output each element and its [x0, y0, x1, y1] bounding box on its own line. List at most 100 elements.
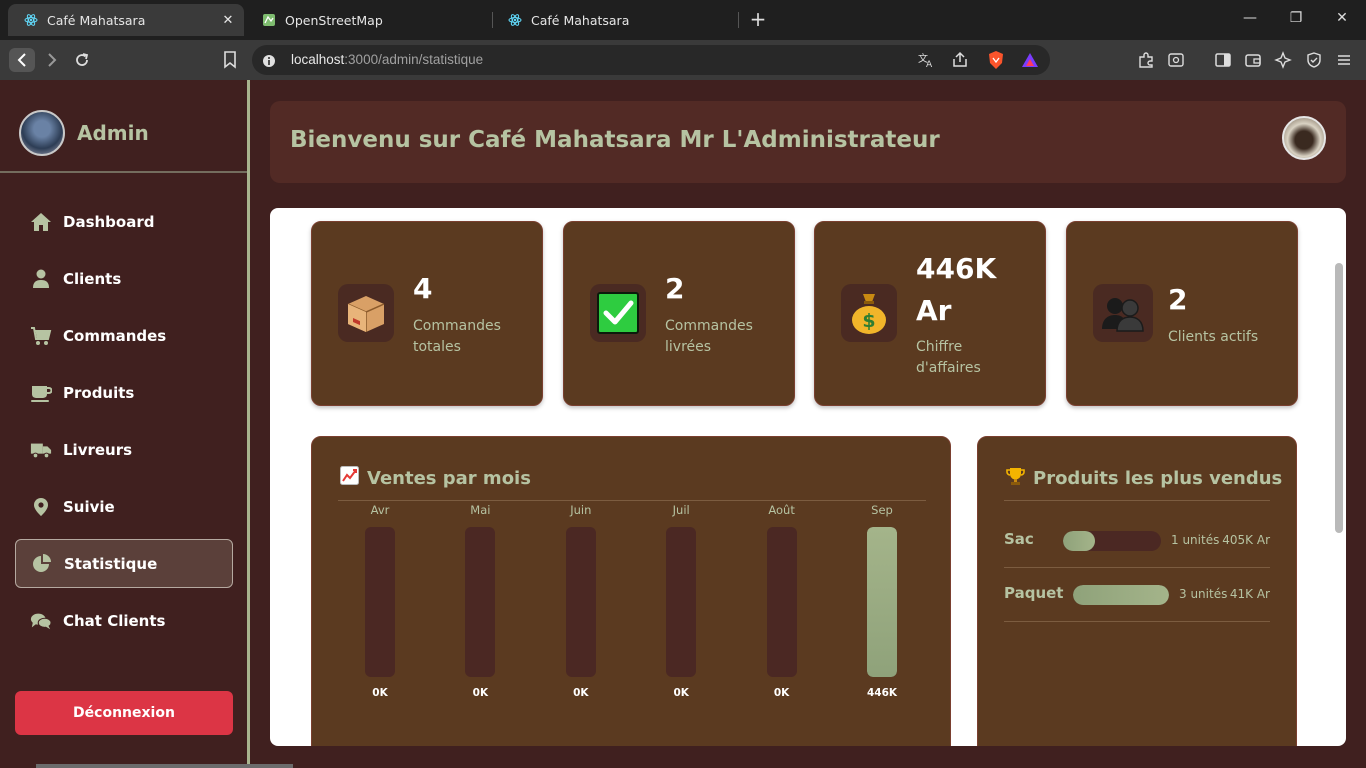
horizontal-scrollbar[interactable] [36, 764, 293, 768]
logout-button[interactable]: Déconnexion [15, 691, 233, 735]
stat-value-line: 446K [916, 252, 997, 285]
product-progress-fill [1063, 531, 1096, 551]
leo-ai-icon[interactable] [1273, 50, 1293, 70]
back-button[interactable] [9, 48, 35, 72]
forward-button[interactable] [39, 48, 65, 72]
stat-label-line: totales [413, 339, 461, 355]
address-bar[interactable]: localhost:3000/admin/statistique 文A [252, 45, 1050, 75]
product-name: Sac [1004, 530, 1034, 548]
sidebar-item-produits[interactable]: Produits [15, 368, 233, 417]
sales-panel-title: Ventes par mois [340, 466, 531, 490]
browser-tab-cafe-mahatsara[interactable]: Café Mahatsara [492, 4, 732, 36]
map-pin-icon [30, 496, 52, 518]
bar-track [465, 527, 496, 677]
translate-icon[interactable]: 文A [916, 50, 936, 70]
sidebar-item-label: Statistique [64, 554, 158, 573]
product-amount: 405K Ar [1222, 533, 1270, 547]
sidebar-divider [0, 171, 247, 173]
minimize-window-icon[interactable]: — [1240, 10, 1260, 26]
product-amount: 41K Ar [1229, 587, 1270, 601]
extensions-icon[interactable] [1136, 50, 1156, 70]
reload-icon [76, 53, 89, 66]
stat-label: Chiffre d'affaires [916, 337, 1036, 379]
bookmark-icon [224, 51, 236, 69]
stat-label: Commandes livrées [665, 316, 785, 358]
wallet-icon[interactable] [1243, 50, 1263, 70]
top-product-row-sac: Sac 1 unités 405K Ar [1004, 514, 1270, 568]
pie-chart-icon [31, 553, 53, 575]
sidebar-item-chat-clients[interactable]: Chat Clients [15, 596, 233, 645]
busts-emoji-icon [1093, 284, 1153, 342]
forward-arrow-icon [48, 53, 57, 67]
stat-value: 2 [1168, 283, 1188, 316]
tab-separator [738, 12, 739, 28]
panel-divider [1004, 500, 1270, 501]
vpn-icon[interactable] [1304, 50, 1324, 70]
header-avatar[interactable] [1282, 116, 1326, 160]
app-root: Admin Dashboard Clients Commandes Produi… [0, 80, 1366, 768]
bar-month-label: Sep [871, 503, 893, 517]
close-tab-icon[interactable]: ✕ [220, 12, 236, 28]
back-arrow-icon [17, 53, 26, 67]
stat-value: 446K Ar [916, 248, 996, 332]
top-products-title: Produits les plus vendus [1006, 466, 1282, 491]
bookmark-button[interactable] [217, 48, 243, 72]
product-units: 3 unités [1179, 587, 1228, 601]
browser-toolbar: localhost:3000/admin/statistique 文A [0, 40, 1366, 80]
menu-icon[interactable] [1334, 50, 1354, 70]
sidebar-item-label: Clients [63, 269, 122, 288]
site-info-icon[interactable] [262, 53, 276, 72]
stat-card-total-orders: 4 Commandes totales [311, 221, 543, 406]
svg-text:$: $ [862, 310, 875, 332]
sidebar-item-clients[interactable]: Clients [15, 254, 233, 303]
top-product-row-paquet: Paquet 3 unités 41K Ar [1004, 568, 1270, 622]
browser-tab-openstreetmap[interactable]: OpenStreetMap [246, 4, 486, 36]
sales-by-month-panel: Ventes par mois Avr 0K Mai 0K Juin 0K Juil 0K Ao… [311, 436, 951, 746]
tab-title: Café Mahatsara [531, 12, 630, 28]
money-bag-emoji-icon: $ [841, 284, 897, 342]
chart-increasing-emoji-icon [340, 466, 359, 490]
sidebar-item-label: Produits [63, 383, 135, 402]
check-mark-emoji-icon [590, 284, 646, 342]
bar-track [867, 527, 897, 677]
browser-tab-cafe-mahatsara-active[interactable]: Café Mahatsara ✕ [8, 4, 244, 36]
share-icon[interactable] [950, 50, 970, 70]
brave-shields-icon[interactable] [986, 50, 1006, 70]
sidebar-item-livreurs[interactable]: Livreurs [15, 425, 233, 474]
close-window-icon[interactable]: ✕ [1332, 10, 1352, 26]
restore-window-icon[interactable]: ❐ [1286, 10, 1306, 26]
bar-track [365, 527, 395, 677]
chat-icon [30, 610, 52, 632]
new-tab-button[interactable]: + [748, 9, 768, 29]
stat-card-active-clients: 2 Clients actifs [1066, 221, 1298, 406]
panel-divider [338, 500, 926, 501]
stat-label-line: Chiffre [916, 339, 963, 355]
tab-title: Café Mahatsara [47, 12, 146, 28]
content-scrollbar[interactable] [1335, 263, 1343, 533]
sidebar-nav: Dashboard Clients Commandes Produits Liv… [15, 197, 233, 653]
bar-month-label: Juil [672, 503, 690, 517]
url-path: :3000/admin/statistique [344, 52, 484, 67]
stat-label-line: Commandes [413, 318, 501, 334]
reader-mode-icon[interactable] [1166, 50, 1186, 70]
page-title: Bienvenu sur Café Mahatsara Mr L'Adminis… [290, 127, 940, 153]
stat-label: Commandes totales [413, 316, 533, 358]
sidebar-item-statistique[interactable]: Statistique [15, 539, 233, 588]
bar-month-label: Août [768, 503, 795, 517]
sidebar-item-suivie[interactable]: Suivie [15, 482, 233, 531]
stat-card-revenue: $ 446K Ar Chiffre d'affaires [814, 221, 1046, 406]
cart-icon [30, 325, 52, 347]
bar-value-label: 446K [866, 687, 898, 699]
bar-track [565, 527, 596, 677]
react-icon [508, 13, 522, 27]
sidebar-item-commandes[interactable]: Commandes [15, 311, 233, 360]
sidebar-toggle-icon[interactable] [1213, 50, 1233, 70]
top-products-title-text: Produits les plus vendus [1033, 468, 1283, 489]
sales-panel-title-text: Ventes par mois [367, 467, 531, 489]
truck-icon [30, 439, 52, 461]
reload-button[interactable] [69, 48, 95, 72]
bar-value-label: 0K [573, 687, 589, 699]
browser-tab-strip: Café Mahatsara ✕ OpenStreetMap Café Maha… [0, 0, 1366, 40]
sidebar-item-dashboard[interactable]: Dashboard [15, 197, 233, 246]
brave-rewards-icon[interactable] [1020, 50, 1040, 70]
